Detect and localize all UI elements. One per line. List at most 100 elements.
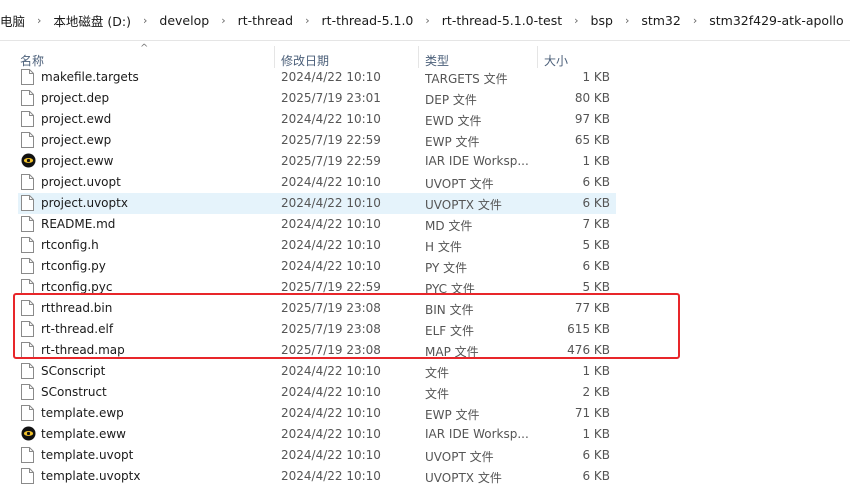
file-row[interactable]: project.ewp 2025/7/19 22:59 EWP 文件 65 KB [18, 130, 616, 151]
file-date: 2024/4/22 10:10 [281, 259, 381, 273]
file-size: 6 KB [582, 259, 610, 273]
file-size: 7 KB [582, 217, 610, 231]
file-size: 77 KB [574, 301, 610, 315]
breadcrumb-item[interactable]: stm32f429-atk-apollo [703, 13, 849, 28]
file-size: 476 KB [567, 343, 610, 357]
file-size: 2 KB [582, 385, 610, 399]
file-name: project.ewd [41, 112, 112, 126]
breadcrumb-item[interactable]: 本地磁盘 (D:) [47, 11, 137, 30]
file-type: DEP 文件 [425, 93, 477, 107]
file-size: 5 KB [582, 280, 610, 294]
file-icon [21, 237, 34, 253]
file-type: H 文件 [425, 240, 462, 254]
file-row[interactable]: template.uvopt 2024/4/22 10:10 UVOPT 文件 6 K… [18, 445, 616, 466]
file-row[interactable]: rtthread.bin 2025/7/19 23:08 BIN 文件 77 KB [18, 298, 616, 319]
file-size: 1 KB [582, 364, 610, 378]
file-icon [21, 90, 34, 106]
file-name: rtconfig.h [41, 238, 99, 252]
file-icon [21, 384, 34, 400]
file-name: project.eww [41, 154, 114, 168]
file-name: template.eww [41, 427, 126, 441]
file-row[interactable]: project.eww 2025/7/19 22:59 IAR IDE Worksp… [18, 151, 616, 172]
file-type: TARGETS 文件 [425, 72, 508, 86]
file-date: 2024/4/22 10:10 [281, 469, 381, 483]
chevron-right-icon[interactable]: › [137, 14, 153, 27]
file-icon [21, 363, 34, 379]
file-row[interactable]: makefile.targets 2024/4/22 10:10 TARGETS 文… [18, 67, 616, 88]
file-type: MAP 文件 [425, 345, 479, 359]
file-row[interactable]: rt-thread.map 2025/7/19 23:08 MAP 文件 476 KB [18, 340, 616, 361]
file-icon [21, 405, 34, 421]
file-icon [21, 132, 34, 148]
file-type: PY 文件 [425, 261, 468, 275]
file-type: UVOPTX 文件 [425, 198, 502, 212]
file-row[interactable]: SConscript 2024/4/22 10:10 文件 1 KB [18, 361, 616, 382]
file-icon [21, 69, 34, 85]
file-icon [21, 258, 34, 274]
file-row[interactable]: project.ewd 2024/4/22 10:10 EWD 文件 97 KB [18, 109, 616, 130]
file-date: 2025/7/19 22:59 [281, 154, 381, 168]
file-name: project.uvopt [41, 175, 121, 189]
file-name: template.uvoptx [41, 469, 141, 483]
file-type: PYC 文件 [425, 282, 475, 296]
file-size: 1 KB [582, 154, 610, 168]
breadcrumb-item[interactable]: rt-thread-5.1.0-test [436, 13, 568, 28]
sort-ascending-icon[interactable]: ^ [140, 43, 148, 54]
chevron-right-icon[interactable]: › [619, 14, 635, 27]
file-type: IAR IDE Worksp... [425, 427, 529, 441]
file-size: 65 KB [574, 133, 610, 147]
chevron-right-icon[interactable]: › [568, 14, 584, 27]
file-type: 文件 [425, 387, 450, 401]
file-name: project.uvoptx [41, 196, 128, 210]
file-icon [21, 342, 34, 358]
file-row[interactable]: template.eww 2024/4/22 10:10 IAR IDE Works… [18, 424, 616, 445]
file-date: 2025/7/19 23:08 [281, 343, 381, 357]
file-name: SConscript [41, 364, 106, 378]
chevron-right-icon[interactable]: › [215, 14, 231, 27]
file-row[interactable]: project.uvopt 2024/4/22 10:10 UVOPT 文件 6 KB [18, 172, 616, 193]
file-type: ELF 文件 [425, 324, 474, 338]
file-type: 文件 [425, 366, 450, 380]
breadcrumb-item[interactable]: rt-thread-5.1.0 [316, 13, 420, 28]
file-icon [21, 300, 34, 316]
breadcrumb-item[interactable]: 电脑 [0, 11, 31, 30]
file-row[interactable]: SConstruct 2024/4/22 10:10 文件 2 KB [18, 382, 616, 403]
file-name: SConstruct [41, 385, 107, 399]
file-row[interactable]: rtconfig.py 2024/4/22 10:10 PY 文件 6 KB [18, 256, 616, 277]
chevron-right-icon[interactable]: › [299, 14, 315, 27]
file-type: UVOPT 文件 [425, 450, 494, 464]
breadcrumb-item[interactable]: rt-thread [232, 13, 300, 28]
file-row[interactable]: template.uvoptx 2024/4/22 10:10 UVOPTX 文件 6… [18, 466, 616, 487]
file-size: 5 KB [582, 238, 610, 252]
file-name: rt-thread.elf [41, 322, 114, 336]
file-row[interactable]: rtconfig.pyc 2025/7/19 22:59 PYC 文件 5 KB [18, 277, 616, 298]
file-row[interactable]: rt-thread.elf 2025/7/19 23:08 ELF 文件 615 KB [18, 319, 616, 340]
file-type: EWP 文件 [425, 135, 480, 149]
file-row[interactable]: rtconfig.h 2024/4/22 10:10 H 文件 5 KB [18, 235, 616, 256]
file-name: rt-thread.map [41, 343, 125, 357]
file-size: 80 KB [574, 91, 610, 105]
breadcrumb-item[interactable]: stm32 [635, 13, 687, 28]
file-size: 1 KB [582, 427, 610, 441]
chevron-right-icon[interactable]: › [419, 14, 435, 27]
file-type: UVOPT 文件 [425, 177, 494, 191]
breadcrumb: 电脑 › 本地磁盘 (D:) › develop › rt-thread › rt-thread… [0, 0, 850, 41]
file-row[interactable]: README.md 2024/4/22 10:10 MD 文件 7 KB [18, 214, 616, 235]
breadcrumb-item[interactable]: bsp [585, 13, 619, 28]
chevron-right-icon[interactable]: › [687, 14, 703, 27]
file-date: 2024/4/22 10:10 [281, 196, 381, 210]
file-date: 2025/7/19 22:59 [281, 133, 381, 147]
file-row[interactable]: project.uvoptx 2024/4/22 10:10 UVOPTX 文件 6 … [18, 193, 616, 214]
file-size: 97 KB [574, 112, 610, 126]
breadcrumb-item[interactable]: develop [153, 13, 215, 28]
file-size: 6 KB [582, 448, 610, 462]
file-row[interactable]: template.ewp 2024/4/22 10:10 EWP 文件 71 KB [18, 403, 616, 424]
file-row[interactable]: project.dep 2025/7/19 23:01 DEP 文件 80 KB [18, 88, 616, 109]
chevron-right-icon[interactable]: › [31, 14, 47, 27]
file-icon [21, 279, 34, 295]
file-date: 2025/7/19 22:59 [281, 280, 381, 294]
file-date: 2024/4/22 10:10 [281, 385, 381, 399]
file-name: README.md [41, 217, 116, 231]
file-size: 6 KB [582, 469, 610, 483]
file-size: 71 KB [574, 406, 610, 420]
